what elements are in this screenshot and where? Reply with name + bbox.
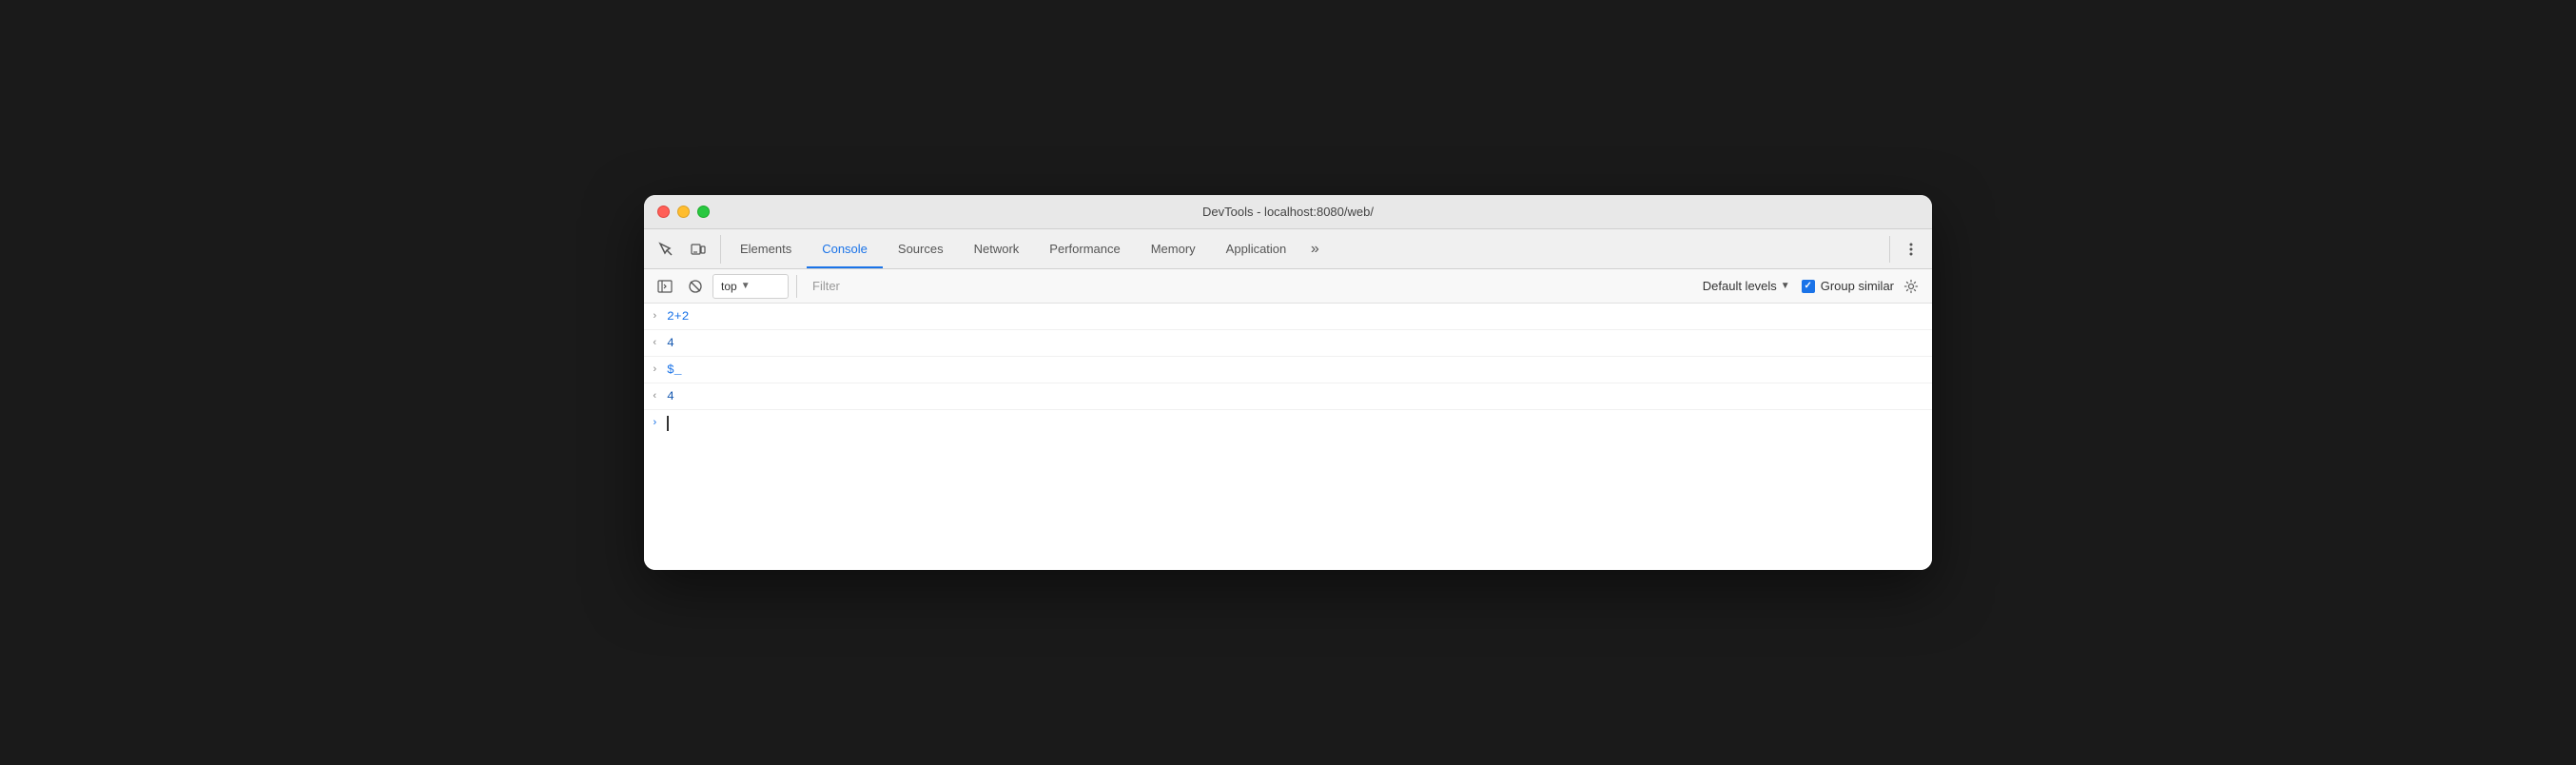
console-content: › 2+2 ‹ 4 › $_ ‹ 4 › [644,304,1932,570]
levels-dropdown-arrow: ▼ [1781,281,1790,291]
context-selector[interactable]: top ▼ [712,274,789,299]
minimize-button[interactable] [677,206,690,218]
console-entry-text-2: 4 [667,336,674,350]
devtools-menu-button[interactable] [1898,236,1924,263]
default-levels-selector[interactable]: Default levels ▼ [1695,274,1798,299]
console-entry-text-1: 2+2 [667,309,689,324]
traffic-lights [657,206,710,218]
expand-chevron-3[interactable]: › [652,364,667,376]
show-sidebar-button[interactable] [652,273,678,300]
tab-console[interactable]: Console [807,229,883,268]
tab-sources[interactable]: Sources [883,229,959,268]
tab-network[interactable]: Network [959,229,1035,268]
devtools-window: DevTools - localhost:8080/web/ Elements [644,195,1932,570]
inspect-element-button[interactable] [652,235,680,264]
toolbar-icons [652,235,721,264]
close-button[interactable] [657,206,670,218]
console-entry-2: ‹ 4 [644,330,1932,357]
toolbar-divider [1889,236,1890,263]
filter-divider [796,275,797,298]
console-input[interactable] [667,416,669,431]
tab-elements[interactable]: Elements [725,229,807,268]
main-toolbar: Elements Console Sources Network Perform… [644,229,1932,269]
titlebar: DevTools - localhost:8080/web/ [644,195,1932,229]
tab-memory[interactable]: Memory [1136,229,1211,268]
tabs-container: Elements Console Sources Network Perform… [725,229,1885,268]
console-input-row[interactable]: › [644,410,1932,437]
more-tabs-button[interactable]: » [1301,236,1328,263]
console-entry-4: ‹ 4 [644,383,1932,410]
console-filter-input[interactable] [805,279,1691,293]
maximize-button[interactable] [697,206,710,218]
context-dropdown-arrow: ▼ [741,281,751,291]
input-chevron: › [652,418,667,429]
window-title: DevTools - localhost:8080/web/ [1202,205,1374,219]
clear-console-button[interactable] [682,273,709,300]
console-settings-button[interactable] [1898,273,1924,300]
expand-chevron-2[interactable]: ‹ [652,338,667,349]
console-toolbar: top ▼ Default levels ▼ Group similar [644,269,1932,304]
tab-application[interactable]: Application [1211,229,1302,268]
console-entry-3: › $_ [644,357,1932,383]
device-toolbar-button[interactable] [684,235,712,264]
expand-chevron-4[interactable]: ‹ [652,391,667,402]
cursor [667,416,669,431]
tab-performance[interactable]: Performance [1034,229,1135,268]
group-similar-checkbox[interactable] [1802,280,1815,293]
console-entry-text-4: 4 [667,389,674,403]
expand-chevron-1[interactable]: › [652,311,667,323]
group-similar-toggle[interactable]: Group similar [1802,279,1894,293]
toolbar-right [1885,236,1924,263]
console-entry-text-3: $_ [667,363,682,377]
console-entry-1: › 2+2 [644,304,1932,330]
